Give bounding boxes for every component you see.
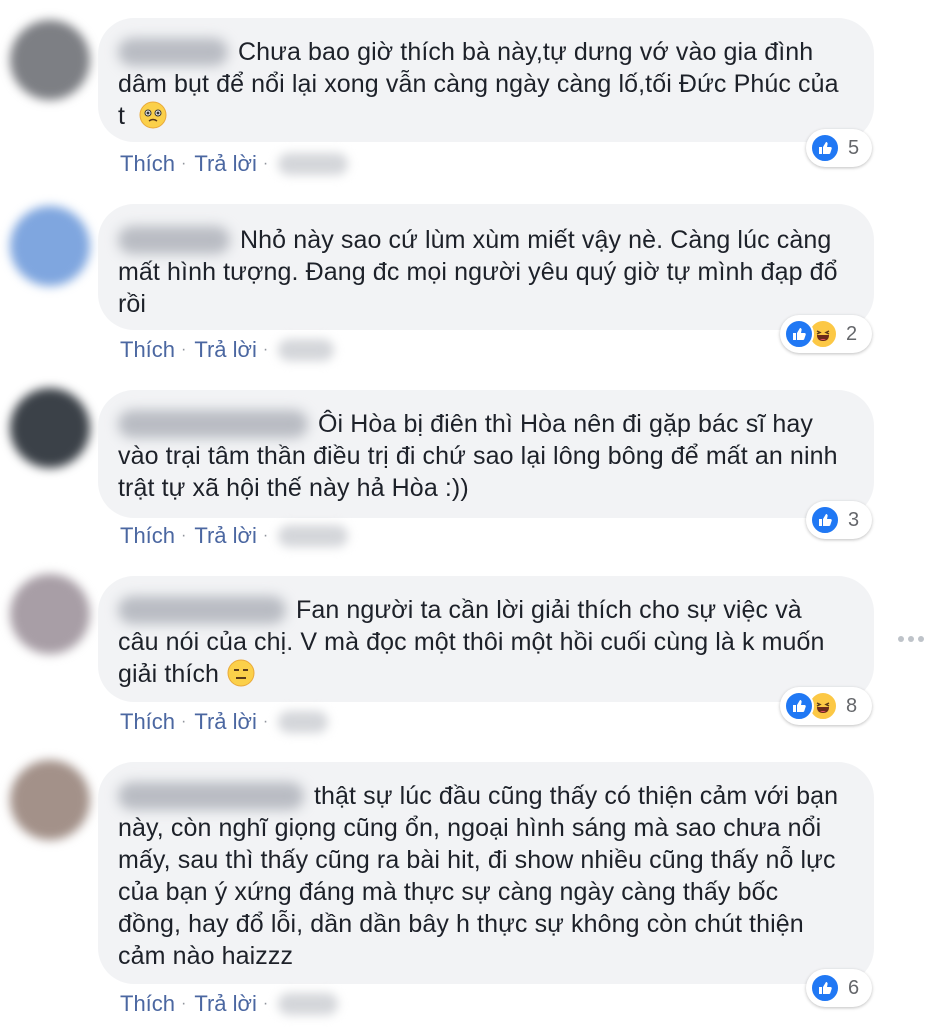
like-link[interactable]: Thích: [120, 149, 175, 179]
like-icon: [810, 973, 840, 1003]
reaction-summary[interactable]: 8: [780, 687, 872, 725]
comment-actions: Thích · Trả lời ·: [120, 520, 349, 551]
timestamp[interactable]: [278, 525, 349, 548]
author-name[interactable]: [118, 410, 308, 438]
avatar[interactable]: [10, 760, 90, 840]
reply-link[interactable]: Trả lời: [194, 989, 257, 1019]
separator: ·: [262, 155, 269, 173]
like-icon: [784, 319, 814, 349]
timestamp[interactable]: [278, 711, 329, 734]
author-name[interactable]: [118, 596, 286, 624]
separator: ·: [262, 713, 269, 731]
timestamp[interactable]: [278, 339, 335, 362]
timestamp[interactable]: [278, 153, 349, 176]
reaction-count: 2: [846, 322, 858, 345]
comment-actions: Thích · Trả lời ·: [120, 148, 349, 179]
comment-bubble: Ôi Hòa bị điên thì Hòa nên đi gặp bác sĩ…: [98, 390, 874, 518]
reaction-summary[interactable]: 6: [806, 969, 872, 1007]
like-link[interactable]: Thích: [120, 335, 175, 365]
avatar[interactable]: [10, 574, 90, 654]
separator: ·: [181, 527, 187, 545]
comment-text: thật sự lúc đầu cũng thấy có thiện cảm v…: [118, 782, 839, 970]
avatar[interactable]: [10, 388, 90, 468]
reaction-summary[interactable]: 2: [780, 315, 872, 353]
author-name[interactable]: [118, 226, 230, 254]
pleading-face-emoji: [138, 100, 168, 138]
author-name[interactable]: [118, 782, 304, 810]
reply-link[interactable]: Trả lời: [194, 707, 257, 737]
expressionless-face-emoji: [226, 658, 256, 696]
comment-bubble: Nhỏ này sao cứ lùm xùm miết vậy nè. Càng…: [98, 204, 874, 330]
reply-link[interactable]: Trả lời: [194, 521, 257, 551]
reply-link[interactable]: Trả lời: [194, 149, 257, 179]
separator: ·: [181, 155, 187, 173]
separator: ·: [181, 341, 187, 359]
avatar[interactable]: [10, 20, 90, 100]
separator: ·: [181, 713, 187, 731]
like-link[interactable]: Thích: [120, 521, 175, 551]
like-icon: [810, 133, 840, 163]
like-link[interactable]: Thích: [120, 707, 175, 737]
comment-actions: Thích · Trả lời ·: [120, 988, 339, 1019]
avatar[interactable]: [10, 206, 90, 286]
comment-bubble: Fan người ta cần lời giải thích cho sự v…: [98, 576, 874, 702]
like-icon: [810, 505, 840, 535]
reaction-count: 5: [848, 136, 860, 159]
comment-actions: Thích · Trả lời ·: [120, 706, 329, 737]
like-link[interactable]: Thích: [120, 989, 175, 1019]
comment-actions: Thích · Trả lời ·: [120, 334, 335, 365]
reaction-count: 3: [848, 508, 860, 531]
comment-bubble: thật sự lúc đầu cũng thấy có thiện cảm v…: [98, 762, 874, 984]
reaction-count: 8: [846, 694, 858, 717]
separator: ·: [181, 995, 187, 1013]
comment-bubble: Chưa bao giờ thích bà này,tự dưng vớ vào…: [98, 18, 874, 142]
timestamp[interactable]: [278, 993, 339, 1016]
like-icon: [784, 691, 814, 721]
separator: ·: [262, 527, 269, 545]
reply-link[interactable]: Trả lời: [194, 335, 257, 365]
author-name[interactable]: [118, 38, 228, 66]
separator: ·: [262, 995, 269, 1013]
reaction-summary[interactable]: 3: [806, 501, 872, 539]
reaction-summary[interactable]: 5: [806, 129, 872, 167]
reaction-count: 6: [848, 976, 860, 999]
more-options-icon[interactable]: [898, 628, 924, 650]
separator: ·: [262, 341, 269, 359]
